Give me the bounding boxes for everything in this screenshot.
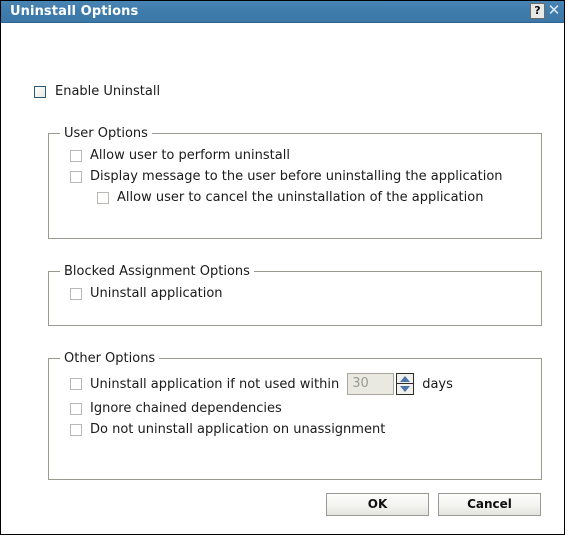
uninstall-options-dialog: Uninstall Options ? ✕ Enable Uninstall U… [0, 0, 565, 535]
help-icon[interactable]: ? [530, 3, 545, 19]
checkbox-label-display-message: Display message to the user before unins… [90, 169, 503, 184]
group-user-options: User Options Allow user to perform unins… [48, 126, 542, 239]
spinner-down-arrow-icon[interactable] [396, 384, 415, 395]
checkbox-row-allow-user-perform-uninstall[interactable]: Allow user to perform uninstall [70, 148, 541, 163]
checkbox-label-uninstall-if-not-used: Uninstall application if not used within [90, 376, 340, 392]
days-input[interactable]: 30 [347, 373, 395, 395]
checkbox-row-uninstall-if-not-used[interactable]: Uninstall application if not used within… [70, 373, 541, 395]
group-body-user-options: Allow user to perform uninstall Display … [49, 134, 541, 205]
dialog-titlebar[interactable]: Uninstall Options ? ✕ [1, 1, 564, 23]
checkbox-row-display-message[interactable]: Display message to the user before unins… [70, 169, 541, 184]
days-spinner-buttons [396, 373, 415, 395]
group-other-options: Other Options Uninstall application if n… [48, 351, 542, 480]
triangle-up-glyph [400, 375, 411, 382]
checkbox-allow-user-cancel[interactable] [97, 191, 109, 204]
checkbox-uninstall-application[interactable] [70, 287, 82, 300]
days-spinner[interactable]: 30 [347, 373, 415, 395]
dialog-footer: OK Cancel [326, 493, 541, 516]
checkbox-label-do-not-uninstall-on-unassignment: Do not uninstall application on unassign… [90, 422, 386, 437]
cancel-button[interactable]: Cancel [438, 493, 541, 516]
group-legend-other-options: Other Options [60, 351, 160, 366]
group-legend-user-options: User Options [60, 126, 152, 141]
triangle-down-glyph [400, 386, 411, 392]
checkbox-do-not-uninstall-on-unassignment[interactable] [70, 423, 82, 436]
group-blocked-assignment-options: Blocked Assignment Options Uninstall app… [48, 264, 542, 326]
checkbox-allow-user-perform-uninstall[interactable] [70, 149, 82, 162]
checkbox-label-allow-user-cancel: Allow user to cancel the uninstallation … [117, 190, 484, 205]
checkbox-display-message[interactable] [70, 170, 82, 183]
dialog-content: Enable Uninstall User Options Allow user… [1, 23, 564, 534]
checkbox-row-do-not-uninstall-on-unassignment[interactable]: Do not uninstall application on unassign… [70, 422, 541, 437]
close-icon[interactable]: ✕ [546, 3, 562, 19]
checkbox-row-ignore-chained-dependencies[interactable]: Ignore chained dependencies [70, 401, 541, 416]
checkbox-enable-uninstall[interactable] [34, 85, 46, 98]
checkbox-label-enable-uninstall: Enable Uninstall [55, 84, 161, 99]
days-unit-label: days [422, 376, 453, 392]
group-body-other-options: Uninstall application if not used within… [49, 359, 541, 437]
checkbox-row-allow-user-cancel[interactable]: Allow user to cancel the uninstallation … [97, 190, 541, 205]
checkbox-label-uninstall-application: Uninstall application [90, 286, 223, 301]
checkbox-label-ignore-chained-dependencies: Ignore chained dependencies [90, 401, 282, 416]
checkbox-uninstall-if-not-used[interactable] [70, 378, 82, 390]
checkbox-label-allow-user-perform-uninstall: Allow user to perform uninstall [90, 148, 290, 163]
checkbox-row-enable-uninstall[interactable]: Enable Uninstall [34, 84, 160, 99]
dialog-title: Uninstall Options [10, 4, 139, 19]
checkbox-ignore-chained-dependencies[interactable] [70, 402, 82, 415]
checkbox-row-uninstall-application[interactable]: Uninstall application [70, 286, 541, 301]
titlebar-button-group: ? ✕ [530, 3, 562, 19]
group-legend-blocked-assignment-options: Blocked Assignment Options [60, 264, 254, 279]
spinner-up-arrow-icon[interactable] [396, 373, 415, 384]
ok-button[interactable]: OK [326, 493, 429, 516]
